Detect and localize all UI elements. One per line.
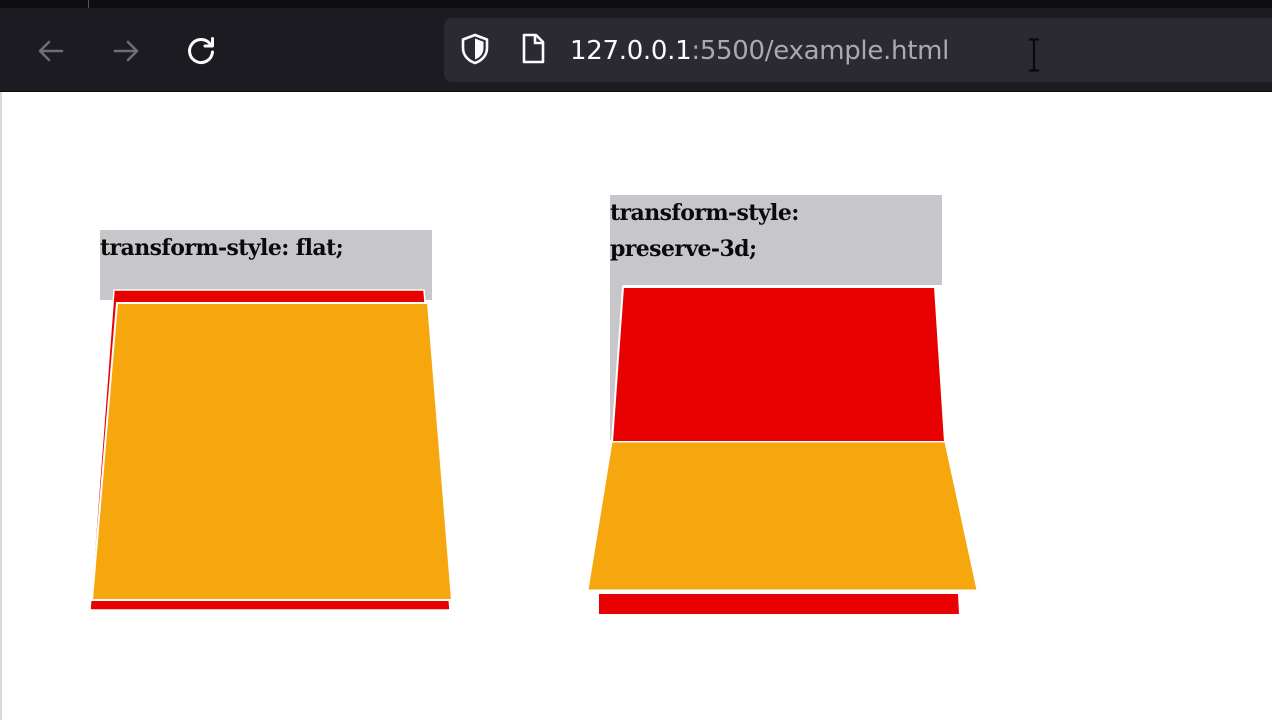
tracking-protection-button[interactable] <box>458 32 492 70</box>
shield-icon <box>459 32 491 70</box>
preserve3d-demo-label: transform-style: preserve-3d; <box>610 195 799 267</box>
tab-strip <box>0 0 1272 8</box>
page-content <box>0 92 1272 720</box>
viewport-edge <box>0 92 2 720</box>
page-info-button[interactable] <box>516 32 550 70</box>
tab-divider <box>88 0 89 8</box>
flat-demo-label: transform-style: flat; <box>100 230 344 266</box>
url-text[interactable]: 127.0.0.1:5500/example.html <box>570 31 949 71</box>
url-path: :5500/example.html <box>691 36 950 66</box>
arrow-left-icon <box>34 34 68 68</box>
arrow-right-icon <box>109 34 143 68</box>
preserve3d-demo-label-line-2: preserve-3d; <box>610 236 757 262</box>
text-cursor-icon <box>1028 38 1040 72</box>
reload-icon <box>183 33 219 69</box>
reload-button[interactable] <box>178 28 224 74</box>
forward-button[interactable] <box>103 28 149 74</box>
preserve3d-demo-label-line-1: transform-style: <box>610 200 799 226</box>
flat-demo-label-line: transform-style: flat; <box>100 235 344 261</box>
url-bar[interactable]: 127.0.0.1:5500/example.html <box>444 18 1272 82</box>
document-icon <box>518 32 548 70</box>
url-host: 127.0.0.1 <box>570 36 692 66</box>
back-button[interactable] <box>28 28 74 74</box>
preserve3d-demo-container: transform-style: preserve-3d; <box>610 195 942 285</box>
flat-demo-container: transform-style: flat; <box>100 230 432 290</box>
